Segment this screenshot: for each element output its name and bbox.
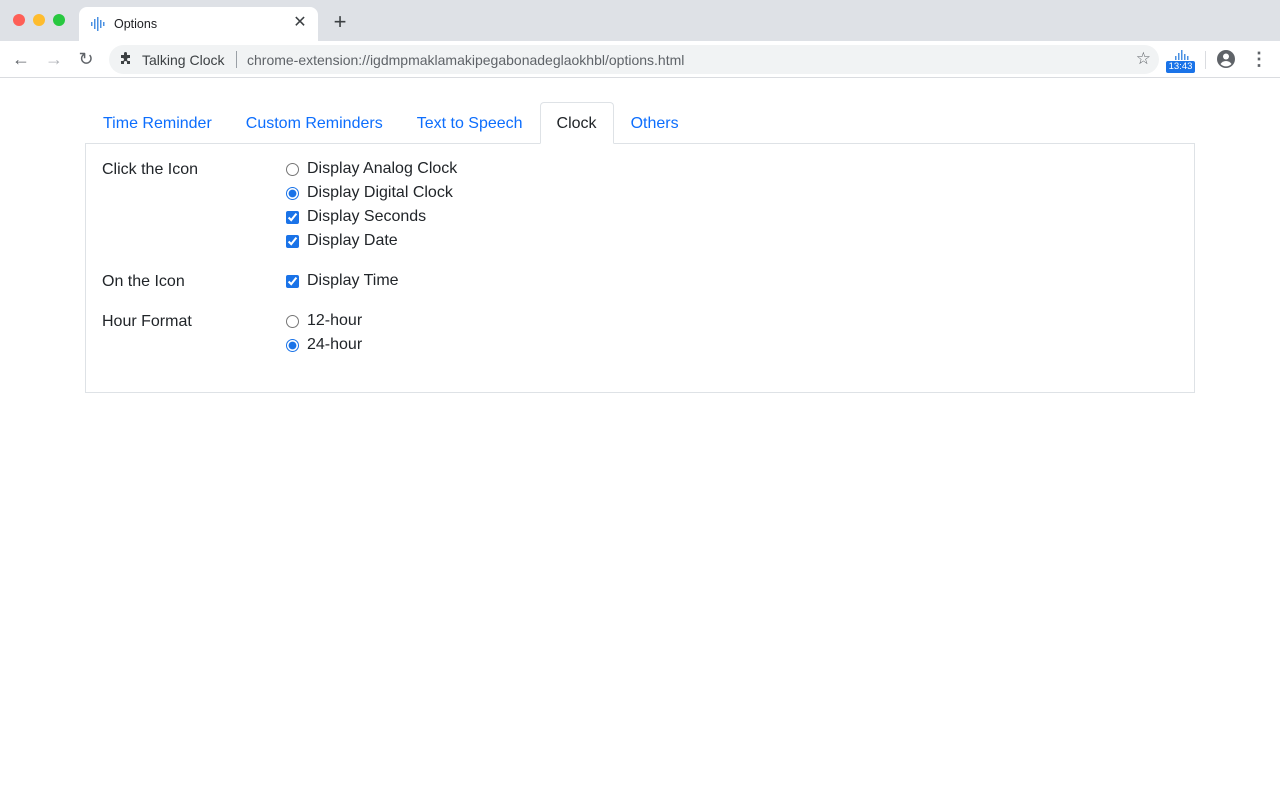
tab-time-reminder[interactable]: Time Reminder: [86, 102, 229, 144]
close-tab-icon[interactable]: ✕: [291, 14, 309, 32]
browser-tab[interactable]: Options ✕: [79, 7, 318, 41]
maximize-window-button[interactable]: [53, 14, 65, 26]
display-time-checkbox[interactable]: [286, 274, 299, 288]
section-label: Hour Format: [102, 313, 192, 330]
12-hour-radio[interactable]: [286, 314, 299, 328]
option-label: 12-hour: [307, 312, 363, 329]
browser-titlebar: Options ✕ +: [0, 0, 1280, 41]
audio-bars-icon: [91, 17, 105, 31]
tab-custom-reminders[interactable]: Custom Reminders: [229, 102, 400, 144]
option-label: Display Seconds: [307, 208, 427, 225]
option-label: Display Time: [307, 272, 399, 289]
talking-clock-extension-button[interactable]: 13:43: [1166, 48, 1196, 74]
address-separator: [236, 51, 237, 68]
toolbar-separator: [1205, 51, 1206, 69]
section-label: On the Icon: [102, 273, 185, 290]
reload-button[interactable]: ↻: [75, 48, 97, 70]
bookmark-star-icon[interactable]: ☆: [1136, 49, 1151, 69]
display-time-option[interactable]: Display Time: [286, 269, 399, 293]
24-hour-option[interactable]: 24-hour: [286, 333, 362, 357]
profile-avatar-icon[interactable]: [1216, 49, 1236, 69]
back-button[interactable]: ←: [10, 48, 32, 70]
forward-button[interactable]: →: [43, 48, 65, 70]
display-date-option[interactable]: Display Date: [286, 229, 457, 253]
display-digital-clock-radio[interactable]: [286, 186, 299, 200]
address-bar[interactable]: Talking Clock chrome-extension://igdmpma…: [109, 45, 1159, 74]
new-tab-button[interactable]: +: [330, 11, 350, 33]
option-label: 24-hour: [307, 336, 363, 353]
tab-others[interactable]: Others: [614, 102, 696, 144]
close-window-button[interactable]: [13, 14, 25, 26]
display-digital-clock-option[interactable]: Display Digital Clock: [286, 181, 457, 205]
option-label: Display Date: [307, 232, 398, 249]
tab-clock[interactable]: Clock: [539, 102, 614, 144]
section-label: Click the Icon: [102, 161, 199, 178]
audio-bars-icon: [1175, 50, 1189, 60]
tab-text-to-speech[interactable]: Text to Speech: [400, 102, 540, 144]
options-page: Time Reminder Custom Reminders Text to S…: [0, 78, 1280, 800]
24-hour-radio[interactable]: [286, 338, 299, 352]
display-analog-clock-option[interactable]: Display Analog Clock: [286, 157, 457, 181]
options-tabs: Time Reminder Custom Reminders Text to S…: [86, 102, 696, 144]
display-analog-clock-radio[interactable]: [286, 162, 299, 176]
display-seconds-option[interactable]: Display Seconds: [286, 205, 457, 229]
url-text[interactable]: chrome-extension://igdmpmaklamakipegabon…: [247, 52, 684, 68]
option-label: Display Digital Clock: [307, 184, 453, 201]
minimize-window-button[interactable]: [33, 14, 45, 26]
tab-title: Options: [114, 17, 158, 31]
display-date-checkbox[interactable]: [286, 234, 299, 248]
extension-badge: 13:43: [1166, 61, 1195, 73]
puzzle-piece-icon: [121, 52, 130, 64]
site-name: Talking Clock: [142, 52, 225, 68]
option-label: Display Analog Clock: [307, 160, 458, 177]
display-seconds-checkbox[interactable]: [286, 210, 299, 224]
clock-settings-panel: Click the Icon Display Analog Clock Disp…: [85, 143, 1195, 393]
12-hour-option[interactable]: 12-hour: [286, 309, 362, 333]
kebab-menu-icon[interactable]: ⋮: [1250, 49, 1268, 69]
browser-toolbar: ← → ↻ Talking Clock chrome-extension://i…: [0, 41, 1280, 78]
